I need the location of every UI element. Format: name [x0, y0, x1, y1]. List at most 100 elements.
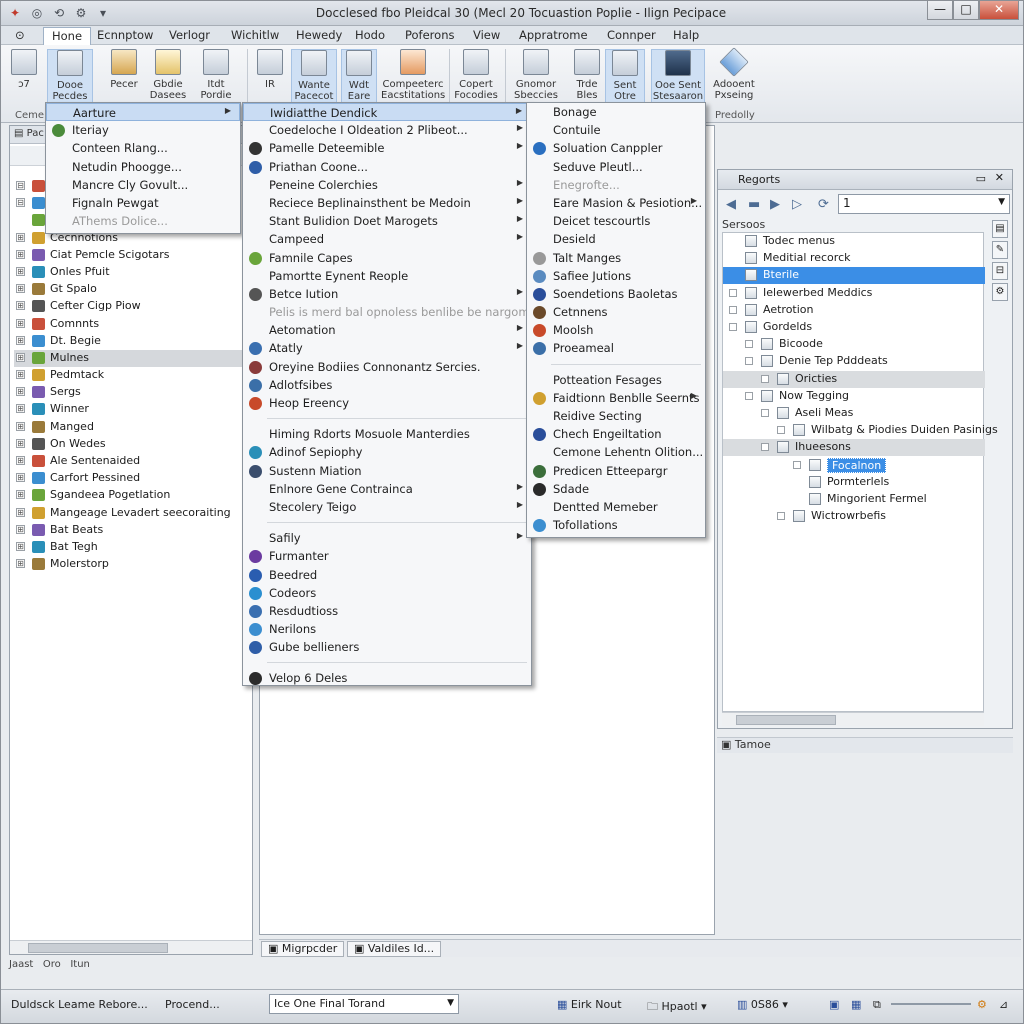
report-tree-item[interactable]: Now Tegging: [723, 388, 985, 405]
expand-toggle-icon[interactable]: ⊞: [16, 490, 25, 500]
report-tree-item[interactable]: Mingorient Fermel: [723, 491, 985, 508]
qat-item-4[interactable]: ▾: [95, 5, 111, 21]
report-tree-item[interactable]: Ielewerbed Meddics: [723, 285, 985, 302]
expand-toggle-icon[interactable]: ⊞: [16, 507, 25, 517]
menu-item[interactable]: Fignaln Pewgat: [46, 194, 240, 212]
report-tree-item[interactable]: Wilbatg & Piodies Duiden Pasinigs: [723, 422, 998, 439]
report-tree-item[interactable]: Pormterlels: [723, 474, 985, 491]
menu-item[interactable]: Cemone Lehentn Olition...: [527, 443, 705, 461]
tree-item[interactable]: ⊞ Cefter Cigp Piow: [14, 298, 250, 315]
menu-item[interactable]: Sdade: [527, 480, 705, 498]
report-tree-item[interactable]: Oricties: [723, 370, 985, 388]
status-item-3[interactable]: ▥ 0S86 ▾: [737, 998, 788, 1011]
tree-item[interactable]: ⊞ Mulnes: [14, 349, 250, 368]
tab-ecnnptow[interactable]: Ecnnptow: [97, 28, 153, 42]
tree-item[interactable]: ⊞ On Wedes: [14, 436, 250, 453]
menu-item[interactable]: Oreyine Bodiies Connonantz Sercies.: [243, 358, 531, 376]
expand-toggle-icon[interactable]: ⊞: [16, 335, 25, 345]
status-tool-3[interactable]: ⧉: [873, 998, 881, 1012]
tab-halp[interactable]: Halp: [673, 28, 699, 42]
expand-toggle-icon[interactable]: [777, 512, 785, 521]
menu-item[interactable]: Faidtionn Benblle Seernts ▶: [527, 389, 705, 407]
settings-icon[interactable]: ⚙: [977, 998, 987, 1011]
expand-toggle-icon[interactable]: [761, 374, 769, 383]
expand-toggle-icon[interactable]: ⊞: [16, 524, 25, 534]
menu-item[interactable]: Betce Iution ▶: [243, 285, 531, 303]
menu-item[interactable]: Talt Manges: [527, 249, 705, 267]
maximize-button[interactable]: □: [953, 1, 979, 20]
menu-item[interactable]: Beedred: [243, 566, 531, 584]
report-tree-item[interactable]: Todec menus: [723, 233, 985, 250]
tree-item[interactable]: ⊞ Molerstorp: [14, 556, 250, 573]
tree-item[interactable]: ⊞ Bat Beats: [14, 522, 250, 539]
report-tree-item[interactable]: Ihueesons: [723, 439, 985, 457]
adooent-button[interactable]: Adooent Pxseing: [709, 47, 759, 107]
expand-toggle-icon[interactable]: ⊞: [16, 318, 25, 328]
menu-item[interactable]: Coedeloche I Oldeation 2 Plibeot... ▶: [243, 121, 531, 139]
menu-item[interactable]: Netudin Phoogge...: [46, 158, 240, 176]
menu-item[interactable]: Campeed ▶: [243, 230, 531, 248]
expand-toggle-icon[interactable]: ⊞: [16, 352, 25, 362]
expand-toggle-icon[interactable]: ⊞: [16, 541, 25, 551]
menu-item[interactable]: Predicen Etteepargr: [527, 462, 705, 480]
tree-item[interactable]: ⊞ Dt. Begie: [14, 333, 250, 350]
menu-item[interactable]: Proeameal: [527, 339, 705, 357]
report-tree-item[interactable]: Aetrotion: [723, 302, 985, 319]
tab-poferons[interactable]: Poferons: [405, 28, 454, 42]
expand-toggle-icon[interactable]: [745, 391, 753, 400]
expand-toggle-icon[interactable]: [745, 357, 753, 366]
app-logo-icon[interactable]: ✦: [7, 5, 23, 21]
expand-toggle-icon[interactable]: ⊞: [16, 456, 25, 465]
ooe-sent-button[interactable]: Ooe Sent Stesaaron: [651, 49, 705, 107]
menu-item[interactable]: Bonage: [527, 103, 705, 121]
menu-item[interactable]: Pamortte Eynent Reople: [243, 267, 531, 285]
tab-wichitlw[interactable]: Wichitlw: [231, 28, 279, 42]
menu-item[interactable]: Velop 6 Deles: [243, 669, 531, 687]
forward-icon[interactable]: ▶: [770, 197, 780, 212]
menu-item[interactable]: Aetomation ▶: [243, 321, 531, 339]
minimize-button[interactable]: —: [927, 1, 953, 20]
close-pane-icon[interactable]: ✕: [995, 171, 1004, 184]
qat-item-2[interactable]: ⟲: [51, 5, 67, 21]
report-tree-item[interactable]: Denie Tep Pdddeats: [723, 353, 985, 370]
menu-item[interactable]: Atatly ▶: [243, 339, 531, 357]
pecer-button[interactable]: Pecer: [101, 49, 147, 107]
report-tree-item[interactable]: Meditial recorck: [723, 250, 985, 267]
expand-toggle-icon[interactable]: [729, 323, 737, 331]
tree-item[interactable]: ⊞ Onles Pfuit: [14, 264, 250, 281]
tab-view[interactable]: View: [473, 28, 500, 42]
expand-toggle-icon[interactable]: ⊞: [16, 266, 25, 276]
menu-item[interactable]: Soendetions Baoletas: [527, 285, 705, 303]
tree-item[interactable]: ⊞ Manged: [14, 419, 250, 436]
tree-item[interactable]: ⊞ Carfort Pessined: [14, 470, 250, 487]
expand-toggle-icon[interactable]: [729, 305, 737, 314]
menu-item[interactable]: Enlnore Gene Contrainca ▶: [243, 480, 531, 498]
expand-toggle-icon[interactable]: ⊞: [16, 387, 25, 397]
tab-connper[interactable]: Connper: [607, 28, 656, 42]
menu-item[interactable]: Dentted Memeber: [527, 498, 705, 516]
tree-item[interactable]: ⊞ Sgandeea Pogetlation: [14, 487, 250, 504]
scroll-thumb[interactable]: [736, 715, 836, 725]
menu-item[interactable]: Reidive Secting: [527, 407, 705, 425]
tree-item[interactable]: ⊞ Comnnts: [14, 316, 250, 333]
expand-toggle-icon[interactable]: [745, 340, 753, 349]
expand-toggle-icon[interactable]: [777, 426, 785, 435]
side-tool-2[interactable]: ✎: [992, 241, 1008, 259]
status-tool-2[interactable]: ▦: [851, 998, 861, 1011]
save-icon[interactable]: ▬: [748, 197, 760, 212]
wante-pacecot-button[interactable]: Wante Pacecot: [291, 49, 337, 107]
report-tree-item[interactable]: Wictrowrbefis: [723, 508, 985, 525]
report-tree-item[interactable]: Focalnon: [723, 457, 985, 474]
expand-toggle-icon[interactable]: ⊞: [16, 232, 25, 242]
menu-item[interactable]: Potteation Fesages: [527, 371, 705, 389]
menu-item[interactable]: Contuile: [527, 121, 705, 139]
tab-verlogr[interactable]: Verlogr: [169, 28, 210, 42]
resize-grip-icon[interactable]: ⊿: [999, 998, 1008, 1011]
menu-item[interactable]: Aarture ▶: [46, 103, 240, 122]
refresh-icon[interactable]: ⟳: [818, 197, 829, 212]
menu-item[interactable]: Conteen Rlang...: [46, 139, 240, 157]
report-tree-item[interactable]: Aseli Meas: [723, 405, 985, 422]
expand-toggle-icon[interactable]: [729, 288, 737, 297]
side-tool-1[interactable]: ▤: [992, 220, 1008, 238]
status-combo[interactable]: Ice One Final Torand ▼: [269, 994, 459, 1014]
